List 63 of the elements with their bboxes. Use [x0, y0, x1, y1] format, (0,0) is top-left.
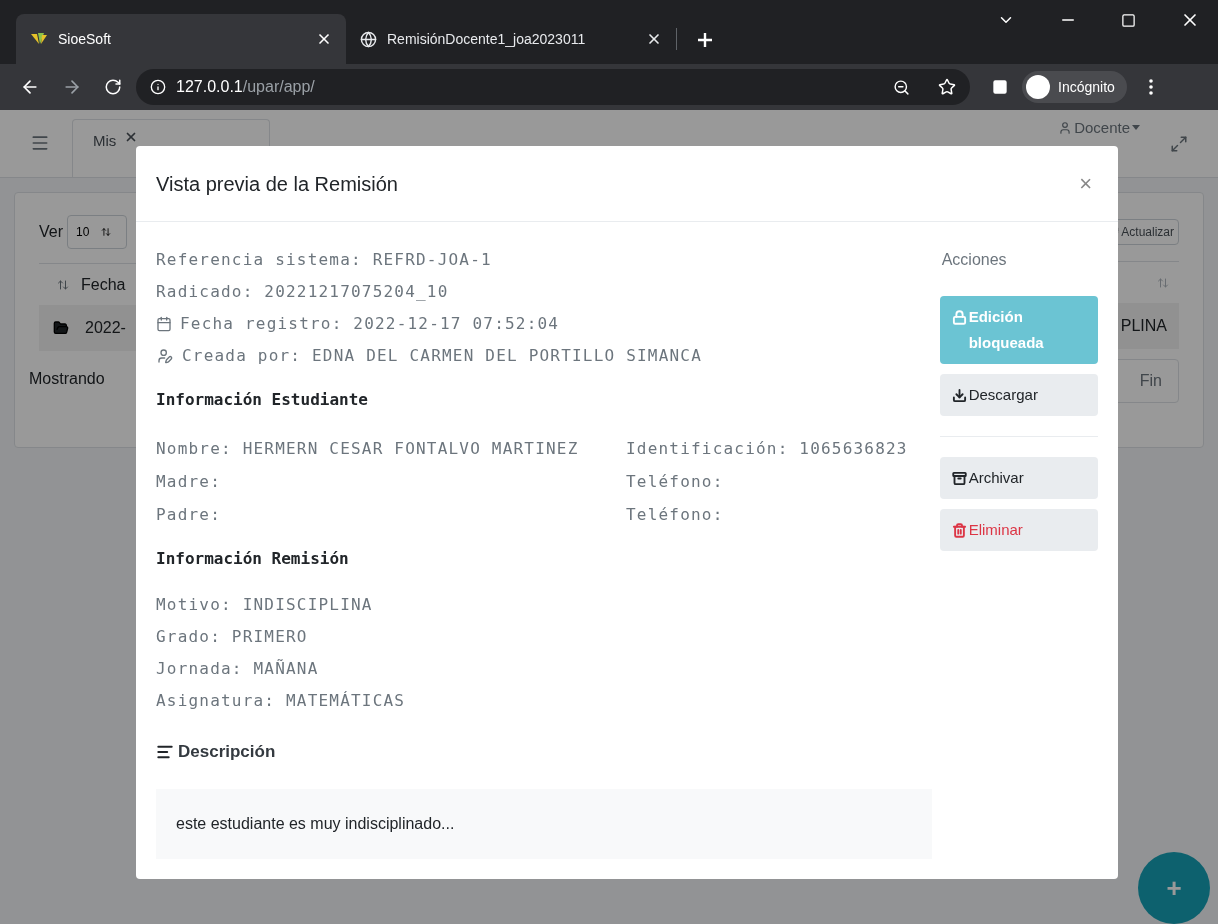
field-text: Madre: [156, 470, 222, 493]
action-button[interactable]: Archivar [939, 457, 1098, 499]
field-text: Grado: PRIMERO [156, 626, 309, 648]
close-button[interactable]: × [1073, 167, 1098, 200]
action-button[interactable]: Eliminar [939, 509, 1098, 551]
globe-icon [360, 30, 377, 48]
plus-icon[interactable] [697, 32, 713, 48]
section-heading: Descripción [178, 741, 276, 763]
section-heading: Información Estudiante [156, 389, 369, 411]
action-button[interactable]: Descargar [939, 374, 1098, 416]
meta-text: Fecha registro: 2022-12-17 07:52:04 [180, 313, 560, 335]
field-text: Jornada: MAÑANA [156, 658, 320, 680]
maximize-icon[interactable] [1121, 12, 1136, 28]
browser-tab[interactable]: SioeSoft [16, 14, 346, 64]
address-bar[interactable]: 127.0.0.1/upar/app/ [136, 69, 970, 105]
close-icon[interactable] [646, 31, 662, 47]
field-text: Padre: [156, 503, 222, 526]
sort-icon [57, 278, 69, 291]
table-cell-text: PLINA [1120, 316, 1167, 336]
tab-title: RemisiónDocente1_joa2023011 [387, 29, 587, 49]
star-icon[interactable] [938, 78, 956, 96]
table-cell-text: 2022- [85, 318, 126, 338]
user-edit-icon [156, 348, 174, 364]
section-heading: Información Remisión [156, 548, 350, 570]
meta-text: Referencia sistema: REFRD-JOA-1 [156, 249, 492, 271]
description-text: este estudiante es muy indisciplinado... [176, 813, 455, 834]
field-text: Motivo: INDISCIPLINA [156, 594, 374, 616]
calendar-icon [156, 316, 172, 332]
meta-text: Creada por: EDNA DEL CARMEN DEL PORTILLO SIMANCA [182, 345, 702, 367]
fullscreen-icon[interactable] [1170, 135, 1188, 153]
caret-icon [1132, 125, 1140, 131]
field-text: Identificación: 1065636823 [626, 437, 909, 460]
menu-icon[interactable] [30, 133, 50, 153]
lock-icon [951, 309, 967, 325]
download-icon [951, 387, 967, 403]
page-size-select[interactable]: 10 [67, 215, 127, 249]
side-panel-icon[interactable] [992, 79, 1008, 95]
show-label: Ver [39, 222, 63, 242]
field-text: Teléfono: [626, 470, 725, 493]
column-header: Fecha [81, 274, 126, 295]
logo-icon [30, 32, 48, 46]
meta-text: Radicado: 20221217075204_10 [156, 281, 449, 303]
modal-title: Vista previa de la Remisión [156, 171, 398, 197]
zoom-out-icon[interactable] [893, 78, 910, 96]
info-icon [150, 79, 166, 95]
archive-box-icon [951, 470, 967, 486]
folder-icon [53, 320, 69, 336]
actions-heading: Acciones [941, 250, 1008, 270]
field-text: Teléfono: [626, 503, 725, 526]
pagination-info: Mostrando [29, 369, 106, 389]
sort-icon [1157, 276, 1169, 289]
tab-title: SioeSoft [58, 29, 112, 49]
incognito-profile[interactable]: Incógnito [1022, 71, 1127, 103]
url-text: 127.0.0.1/upar/app/ [176, 77, 315, 97]
sort-icon [101, 227, 112, 237]
field-text: Asignatura: MATEMÁTICAS [156, 690, 407, 712]
trash-icon [951, 522, 967, 538]
browser-tab[interactable]: RemisiónDocente1_joa2023011 [346, 14, 676, 64]
field-text: Nombre: HERMERN CESAR FONTALVO MARTINEZ [156, 437, 580, 460]
more-options-icon[interactable] [1148, 79, 1153, 95]
user-icon [1058, 120, 1073, 135]
close-icon[interactable] [316, 31, 332, 47]
reload-icon[interactable] [104, 78, 122, 96]
